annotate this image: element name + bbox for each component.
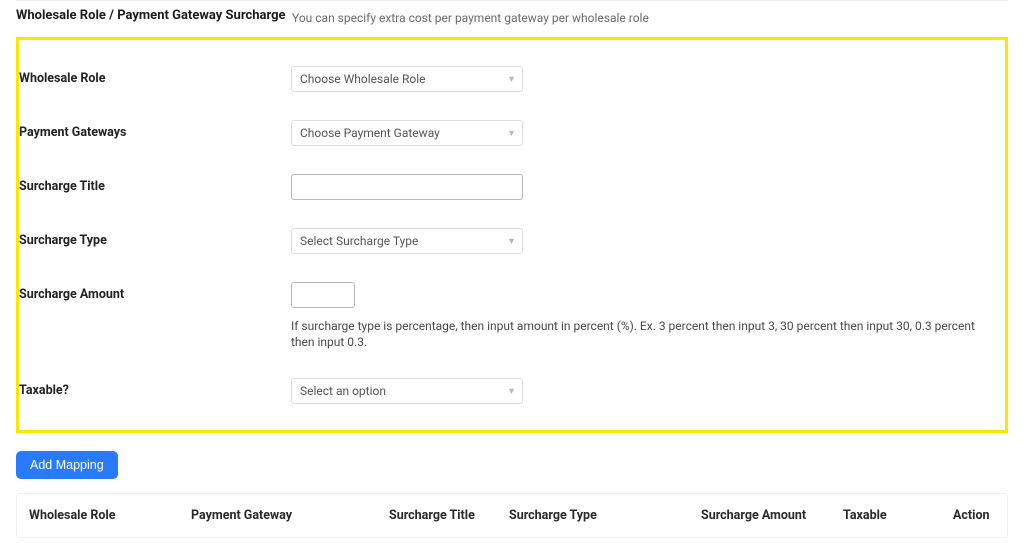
surcharge-type-label: Surcharge Type (19, 228, 291, 254)
chevron-down-icon: ▾ (509, 128, 514, 139)
col-wholesale-role: Wholesale Role (17, 494, 179, 537)
chevron-down-icon: ▾ (509, 236, 514, 247)
taxable-select[interactable]: Select an option ▾ (291, 378, 523, 404)
mappings-table-header: Wholesale Role Payment Gateway Surcharge… (16, 493, 1008, 538)
col-action: Action (941, 494, 1009, 537)
payment-gateways-select[interactable]: Choose Payment Gateway ▾ (291, 120, 523, 146)
col-surcharge-title: Surcharge Title (377, 494, 497, 537)
surcharge-amount-label: Surcharge Amount (19, 282, 291, 308)
section-title: Wholesale Role / Payment Gateway Surchar… (16, 7, 292, 27)
wholesale-role-label: Wholesale Role (19, 66, 291, 92)
payment-gateways-select-placeholder: Choose Payment Gateway (300, 126, 440, 140)
wholesale-role-select[interactable]: Choose Wholesale Role ▾ (291, 66, 523, 92)
add-mapping-button[interactable]: Add Mapping (16, 451, 118, 479)
surcharge-amount-input[interactable] (291, 282, 355, 308)
wholesale-role-select-placeholder: Choose Wholesale Role (300, 72, 426, 86)
payment-gateways-label: Payment Gateways (19, 120, 291, 146)
col-taxable: Taxable (831, 494, 941, 537)
taxable-label: Taxable? (19, 378, 291, 404)
col-surcharge-amount: Surcharge Amount (689, 494, 831, 537)
section-description: You can specify extra cost per payment g… (292, 7, 649, 27)
surcharge-title-label: Surcharge Title (19, 174, 291, 200)
surcharge-form: Wholesale Role Choose Wholesale Role ▾ P… (16, 37, 1008, 433)
chevron-down-icon: ▾ (509, 386, 514, 397)
surcharge-type-select[interactable]: Select Surcharge Type ▾ (291, 228, 523, 254)
taxable-select-placeholder: Select an option (300, 384, 386, 398)
chevron-down-icon: ▾ (509, 74, 514, 85)
surcharge-type-select-placeholder: Select Surcharge Type (300, 234, 418, 248)
surcharge-title-input[interactable] (291, 174, 523, 200)
col-surcharge-type: Surcharge Type (497, 494, 689, 537)
section-header: Wholesale Role / Payment Gateway Surchar… (16, 7, 1008, 27)
col-payment-gateway: Payment Gateway (179, 494, 377, 537)
surcharge-amount-hint: If surcharge type is percentage, then in… (291, 318, 1005, 350)
